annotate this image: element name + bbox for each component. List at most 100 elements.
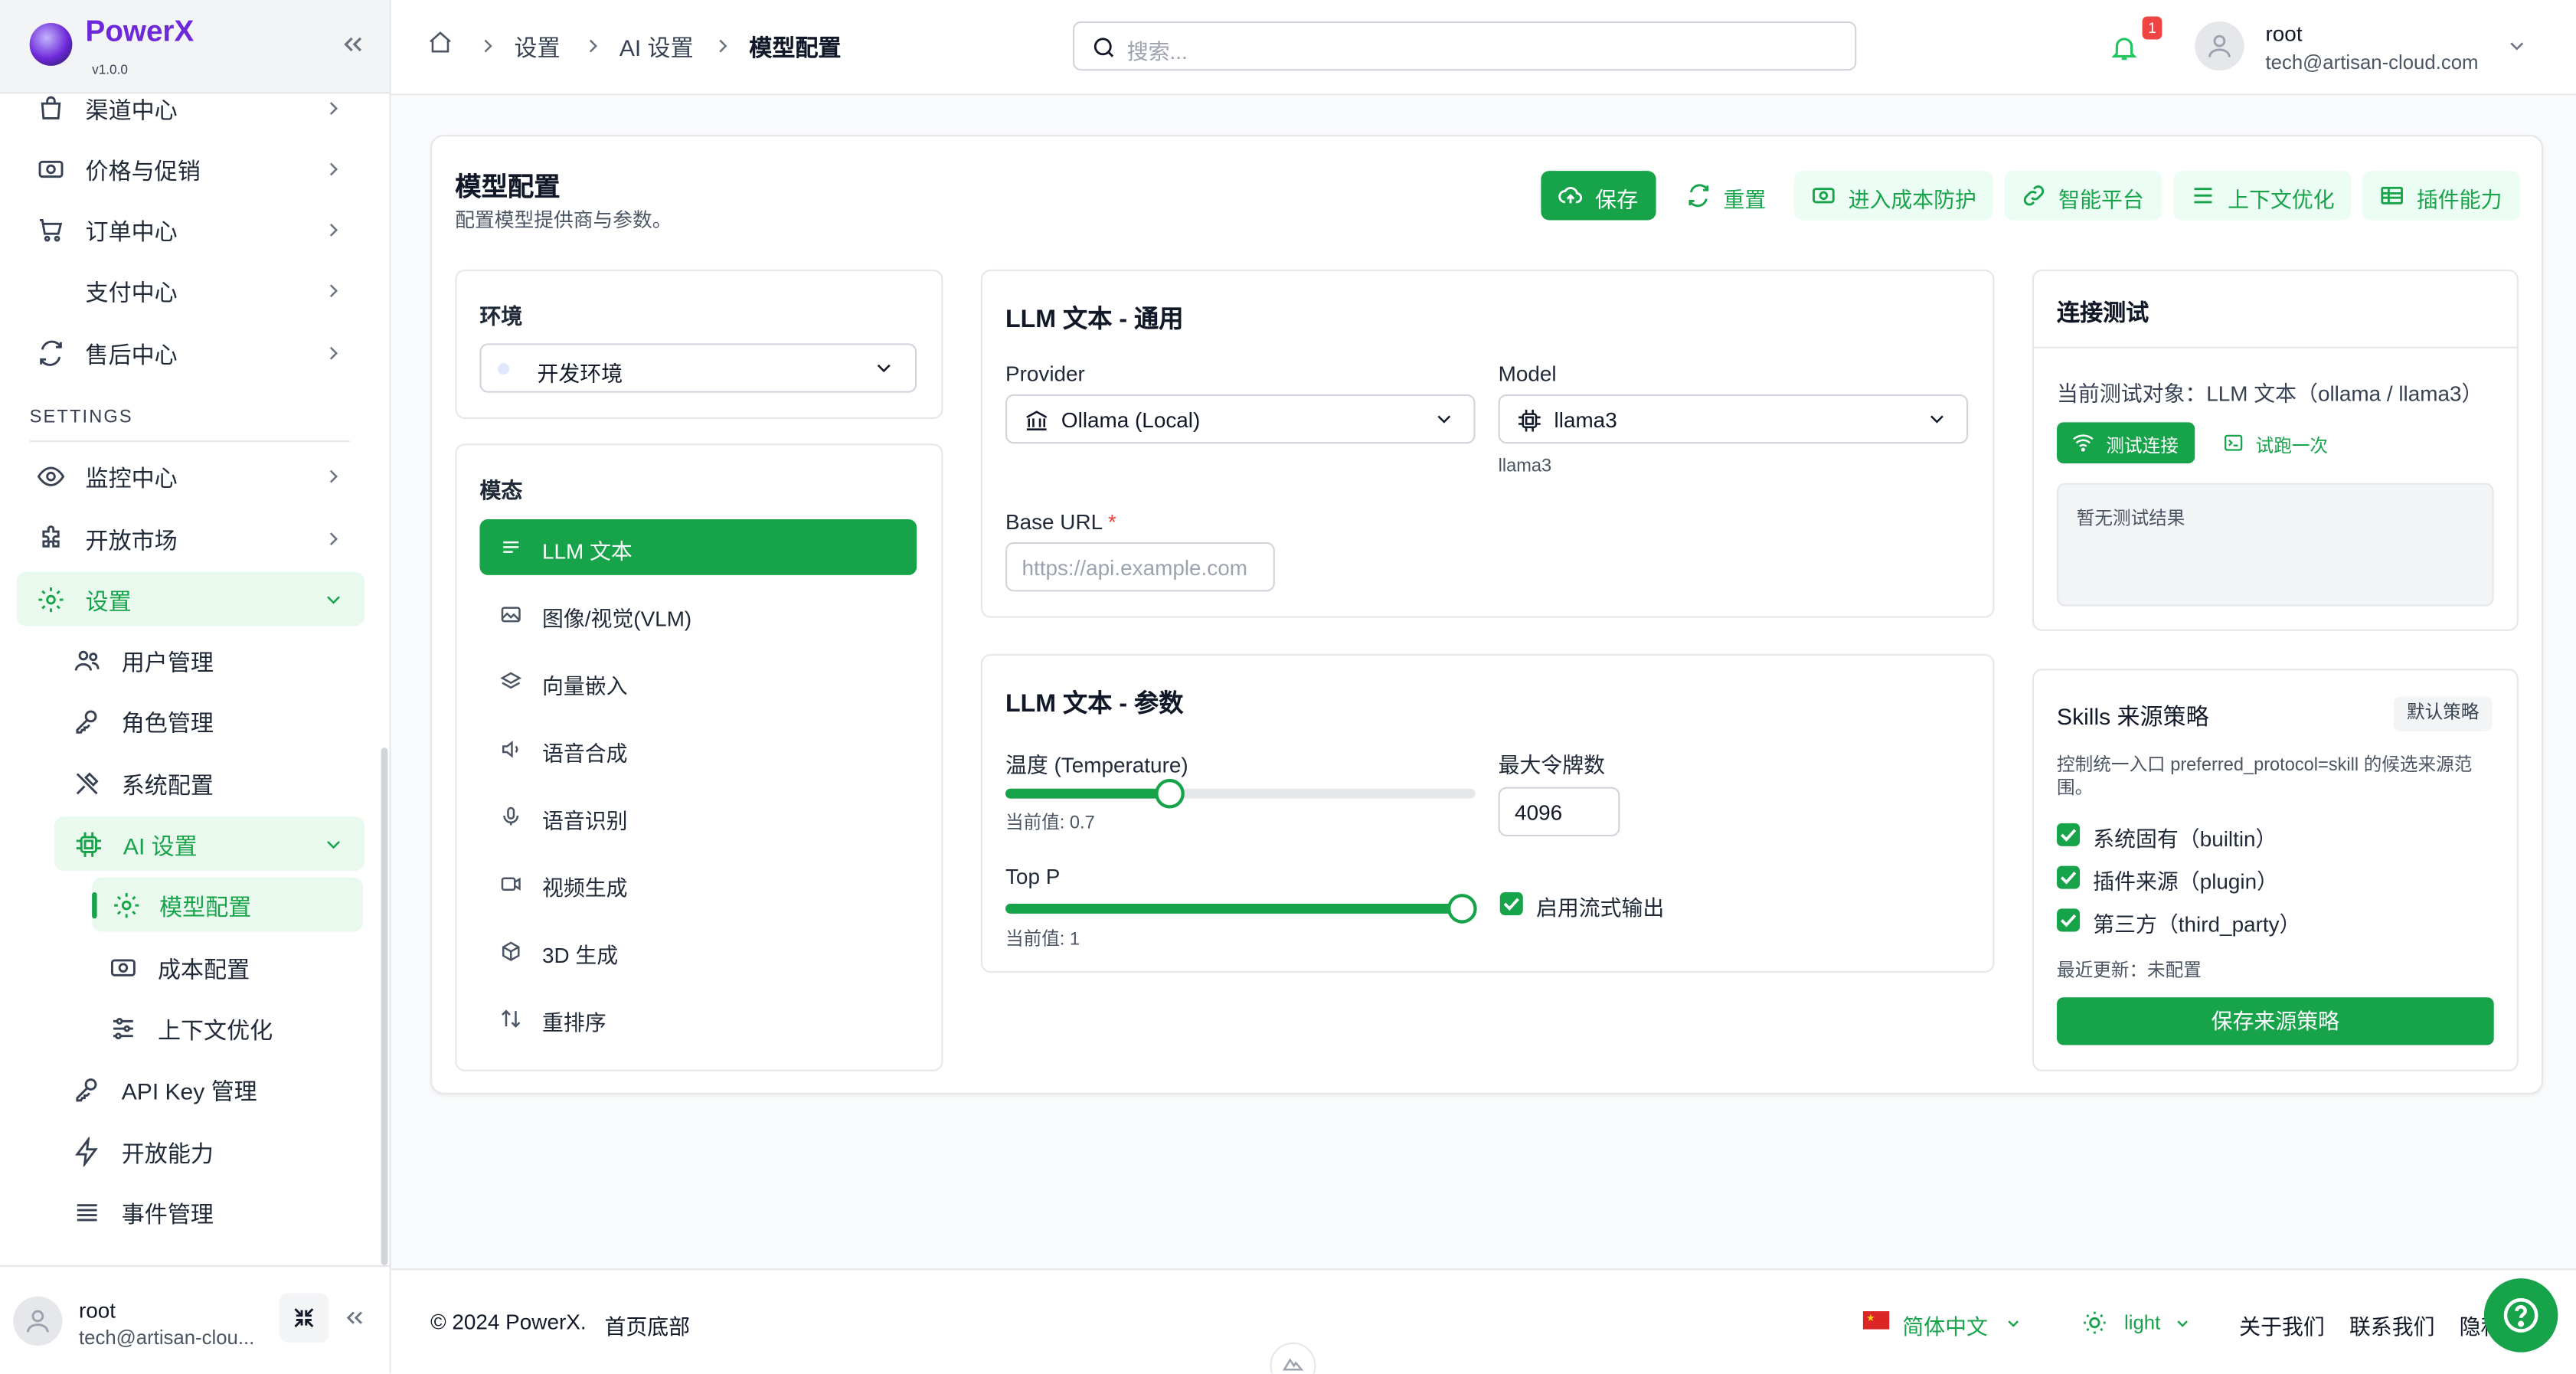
- search-input[interactable]: 搜索...: [1072, 21, 1857, 71]
- money-icon: [109, 953, 139, 983]
- sidebar-item-channel[interactable]: 渠道中心: [16, 80, 364, 135]
- mode-rerank[interactable]: 重排序: [479, 991, 917, 1047]
- mode-tts[interactable]: 语音合成: [479, 721, 917, 777]
- sidebar-item-aftersales[interactable]: 售后中心: [16, 326, 364, 380]
- chip-icon: [74, 829, 104, 859]
- breadcrumb-item[interactable]: 设置: [515, 31, 561, 64]
- sidebar-item-users[interactable]: 用户管理: [16, 633, 364, 687]
- chevron-down-icon[interactable]: [2173, 1314, 2192, 1333]
- params-title: LLM 文本 - 参数: [1005, 690, 1184, 718]
- avatar[interactable]: [2195, 21, 2244, 71]
- chevron-down-icon[interactable]: [2004, 1314, 2022, 1333]
- temperature-slider[interactable]: [1005, 778, 1476, 809]
- mode-embedding[interactable]: 向量嵌入: [479, 654, 917, 710]
- try-run-button[interactable]: 试跑一次: [2210, 422, 2342, 463]
- builtin-checkbox[interactable]: [2057, 823, 2081, 846]
- avatar[interactable]: [13, 1296, 63, 1346]
- theme-select[interactable]: light: [2124, 1311, 2160, 1334]
- mode-video[interactable]: 视频生成: [479, 856, 917, 912]
- mode-label: 视频生成: [541, 875, 628, 901]
- stream-checkbox[interactable]: [1499, 891, 1523, 915]
- top-p-handle[interactable]: [1447, 894, 1477, 924]
- mode-label: LLM 文本: [541, 538, 633, 564]
- footer-contact-link[interactable]: 联系我们: [2349, 1310, 2435, 1341]
- user-email: tech@artisan-clou...: [78, 1326, 255, 1349]
- sidebar-item-roles[interactable]: 角色管理: [16, 693, 364, 748]
- nuxt-devtools-button[interactable]: [1270, 1342, 1316, 1374]
- mode-3d[interactable]: 3D 生成: [479, 924, 917, 980]
- mode-label: 3D 生成: [541, 943, 619, 968]
- reset-button[interactable]: 重置: [1669, 171, 1781, 220]
- chevron-down-icon[interactable]: [2506, 34, 2529, 57]
- temperature-value: 当前值: 0.7: [1005, 813, 1095, 833]
- sidebar-item-api-key[interactable]: API Key 管理: [16, 1062, 364, 1116]
- sidebar-item-events[interactable]: 事件管理: [16, 1185, 364, 1239]
- mode-vision[interactable]: 图像/视觉(VLM): [479, 587, 917, 643]
- model-select[interactable]: llama3: [1498, 394, 1969, 444]
- check-icon: [1503, 898, 1519, 911]
- sidebar-item-system[interactable]: 系统配置: [16, 756, 364, 810]
- footer-about-link[interactable]: 关于我们: [2239, 1310, 2325, 1341]
- cost-guard-button[interactable]: 进入成本防护: [1793, 171, 1993, 221]
- chevron-right-icon: [322, 158, 345, 181]
- gear-icon: [112, 891, 142, 921]
- bolt-icon: [72, 1137, 102, 1167]
- key-icon: [72, 707, 102, 737]
- env-select[interactable]: 开发环境: [479, 343, 917, 393]
- sidebar-item-label: 支付中心: [85, 279, 178, 306]
- context-button[interactable]: 上下文优化: [2173, 171, 2352, 221]
- max-tokens-input[interactable]: 4096: [1498, 787, 1620, 837]
- chevron-right-icon: [476, 34, 499, 57]
- third-party-checkbox[interactable]: [2057, 908, 2081, 932]
- sidebar-item-ai-settings[interactable]: AI 设置: [54, 816, 365, 872]
- plugin-checkbox[interactable]: [2057, 865, 2081, 889]
- sidebar-item-model-config[interactable]: 模型配置: [92, 877, 364, 932]
- table-icon: [2379, 182, 2405, 208]
- save-policy-button[interactable]: 保存来源策略: [2057, 997, 2494, 1045]
- test-connection-button[interactable]: 测试连接: [2057, 422, 2195, 464]
- bag-icon: [36, 93, 66, 123]
- sidebar-item-market[interactable]: 开放市场: [16, 511, 364, 565]
- sidebar-scrollbar[interactable]: [381, 748, 388, 1265]
- mode-asr[interactable]: 语音识别: [479, 789, 917, 845]
- platform-button[interactable]: 智能平台: [2004, 171, 2162, 221]
- sidebar-item-context[interactable]: 上下文优化: [16, 1001, 364, 1055]
- bank-icon: [1024, 407, 1050, 433]
- sidebar-item-label: 系统配置: [121, 772, 214, 799]
- language-select[interactable]: 简体中文: [1902, 1310, 1988, 1341]
- provider-select[interactable]: Ollama (Local): [1005, 394, 1476, 444]
- sidebar-item-pricing[interactable]: 价格与促销: [16, 142, 364, 196]
- page-title: 模型配置: [455, 174, 561, 202]
- mode-label: 向量嵌入: [541, 673, 628, 698]
- chip-icon: [1516, 407, 1542, 433]
- plugins-button[interactable]: 插件能力: [2362, 171, 2521, 221]
- collapse-sidebar-icon[interactable]: [342, 1304, 368, 1330]
- home-icon[interactable]: [427, 30, 457, 60]
- sidebar-item-settings[interactable]: 设置: [16, 571, 365, 626]
- chevron-right-icon: [322, 97, 345, 120]
- breadcrumb-item[interactable]: AI 设置: [619, 31, 694, 64]
- help-button[interactable]: [2483, 1278, 2558, 1353]
- logo[interactable]: [29, 23, 73, 66]
- collapse-sidebar-icon[interactable]: [338, 30, 368, 60]
- bell-icon[interactable]: [2110, 33, 2140, 63]
- sidebar-item-label: 用户管理: [121, 649, 214, 676]
- mode-llm-text[interactable]: LLM 文本: [479, 519, 917, 575]
- sidebar-item-open-capability[interactable]: 开放能力: [16, 1124, 364, 1178]
- env-dot: [498, 363, 510, 375]
- breadcrumb-current: 模型配置: [749, 34, 842, 61]
- minimize-button[interactable]: [279, 1293, 329, 1343]
- temperature-handle[interactable]: [1155, 778, 1185, 809]
- save-button[interactable]: 保存: [1541, 171, 1656, 221]
- general-title: LLM 文本 - 通用: [1005, 306, 1184, 334]
- chevron-down-icon: [1433, 407, 1456, 430]
- base-url-input[interactable]: https://api.example.com: [1005, 541, 1275, 592]
- sidebar-item-payment[interactable]: 支付中心: [16, 263, 364, 317]
- money-icon: [1810, 182, 1836, 208]
- sidebar-item-orders[interactable]: 订单中心: [16, 202, 364, 257]
- top-p-slider[interactable]: [1005, 894, 1477, 924]
- footer-bottom-link[interactable]: 首页底部: [605, 1310, 691, 1341]
- sidebar-item-monitor[interactable]: 监控中心: [16, 449, 364, 503]
- sidebar-item-cost-config[interactable]: 成本配置: [16, 940, 364, 994]
- skills-title: Skills 来源策略: [2057, 703, 2209, 730]
